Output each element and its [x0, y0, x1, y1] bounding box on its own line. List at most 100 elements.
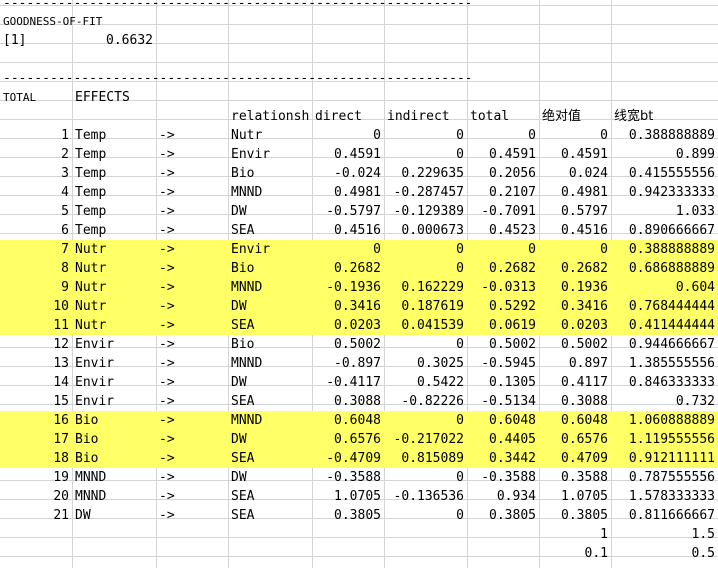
indirect-value: 0 — [456, 413, 464, 428]
total-value: 0.934 — [496, 489, 536, 504]
line-width-value: 1.385555556 — [628, 356, 715, 371]
to-variable: SEA — [231, 489, 255, 504]
indirect-value: 0 — [456, 128, 464, 143]
from-variable: Bio — [75, 451, 99, 466]
indirect-value: 0 — [456, 261, 464, 276]
footer-line-width-value: 1.5 — [691, 527, 715, 542]
total-value: 0.2682 — [489, 261, 536, 276]
total-value: 0.3805 — [489, 508, 536, 523]
absolute-value: 0.3805 — [561, 508, 608, 523]
absolute-value: 0.4591 — [561, 147, 608, 162]
absolute-value: 0.4516 — [561, 223, 608, 238]
to-variable: MNND — [231, 185, 263, 200]
absolute-value: 0.6048 — [561, 413, 608, 428]
indirect-value: 0 — [456, 147, 464, 162]
row-index: 17 — [53, 432, 69, 447]
absolute-value: 0.2682 — [561, 261, 608, 276]
absolute-value: 0.3088 — [561, 394, 608, 409]
line-width-value: 0.944666667 — [628, 337, 715, 352]
from-variable: Envir — [75, 356, 115, 371]
total-value: -0.5945 — [481, 356, 536, 371]
footer-abs-value: 1 — [600, 527, 608, 542]
line-width-value: 0.604 — [675, 280, 715, 295]
absolute-value: 0.0203 — [561, 318, 608, 333]
from-variable: Nutr — [75, 280, 107, 295]
indirect-value: -0.287457 — [393, 185, 464, 200]
from-variable: Temp — [75, 166, 107, 181]
row-index: 18 — [53, 451, 69, 466]
from-variable: Bio — [75, 432, 99, 447]
direct-value: -0.897 — [334, 356, 381, 371]
line-width-value: 0.787555556 — [628, 470, 715, 485]
line-width-value: 0.846333333 — [628, 375, 715, 390]
absolute-value: 0.5002 — [561, 337, 608, 352]
from-variable: Nutr — [75, 299, 107, 314]
from-variable: Temp — [75, 128, 107, 143]
line-width-value: 0.411444444 — [628, 318, 715, 333]
absolute-value: 0.1936 — [561, 280, 608, 295]
indirect-value: -0.217022 — [393, 432, 464, 447]
indirect-value: 0.229635 — [401, 166, 464, 181]
total-value: 0.1305 — [489, 375, 536, 390]
total-value: 0 — [528, 128, 536, 143]
absolute-value: 0.6576 — [561, 432, 608, 447]
line-width-value: 0.686888889 — [628, 261, 715, 276]
indirect-value: 0.041539 — [401, 318, 464, 333]
to-variable: SEA — [231, 318, 255, 333]
indirect-value: -0.136536 — [393, 489, 464, 504]
from-variable: Nutr — [75, 261, 107, 276]
arrow: -> — [159, 204, 175, 219]
row-index: 6 — [61, 223, 69, 238]
arrow: -> — [159, 337, 175, 352]
arrow: -> — [159, 185, 175, 200]
row-index: 16 — [53, 413, 69, 428]
row-index: 11 — [53, 318, 69, 333]
direct-value: 0 — [373, 128, 381, 143]
to-variable: MNND — [231, 356, 263, 371]
from-variable: Envir — [75, 394, 115, 409]
absolute-value: 1.0705 — [561, 489, 608, 504]
header-line-width: 线宽bt — [614, 109, 654, 124]
direct-value: 0.4516 — [334, 223, 381, 238]
spreadsheet: ----------------------------------------… — [0, 0, 718, 568]
line-width-value: 0.899 — [675, 147, 715, 162]
row-index: 14 — [53, 375, 69, 390]
direct-value: 0.3088 — [334, 394, 381, 409]
to-variable: DW — [231, 432, 247, 447]
row-index: 4 — [61, 185, 69, 200]
arrow: -> — [159, 432, 175, 447]
direct-value: 1.0705 — [334, 489, 381, 504]
arrow: -> — [159, 375, 175, 390]
arrow: -> — [159, 299, 175, 314]
to-variable: MNND — [231, 413, 263, 428]
indirect-value: 0.3025 — [417, 356, 464, 371]
total-value: -0.5134 — [481, 394, 536, 409]
header-direct: direct — [315, 109, 362, 124]
absolute-value: 0.024 — [568, 166, 608, 181]
header-relationship: relationsh — [231, 109, 310, 124]
indirect-value: 0 — [456, 508, 464, 523]
to-variable: DW — [231, 375, 247, 390]
line-width-value: 0.942333333 — [628, 185, 715, 200]
to-variable: DW — [231, 299, 247, 314]
to-variable: SEA — [231, 508, 255, 523]
header-absolute-value: 绝对值 — [542, 109, 582, 124]
from-variable: Nutr — [75, 318, 107, 333]
to-variable: DW — [231, 204, 247, 219]
total-value: 0.2107 — [489, 185, 536, 200]
line-width-value: 1.033 — [675, 204, 715, 219]
arrow: -> — [159, 147, 175, 162]
row-index: 10 — [53, 299, 69, 314]
from-variable: Temp — [75, 204, 107, 219]
direct-value: 0.6576 — [334, 432, 381, 447]
direct-value: 0.4591 — [334, 147, 381, 162]
direct-value: 0.6048 — [334, 413, 381, 428]
arrow: -> — [159, 508, 175, 523]
direct-value: -0.1936 — [326, 280, 381, 295]
absolute-value: 0.4117 — [561, 375, 608, 390]
to-variable: DW — [231, 470, 247, 485]
total-value: -0.3588 — [481, 470, 536, 485]
total-value: 0.2056 — [489, 166, 536, 181]
row-index: 1 — [61, 128, 69, 143]
row-index: 5 — [61, 204, 69, 219]
